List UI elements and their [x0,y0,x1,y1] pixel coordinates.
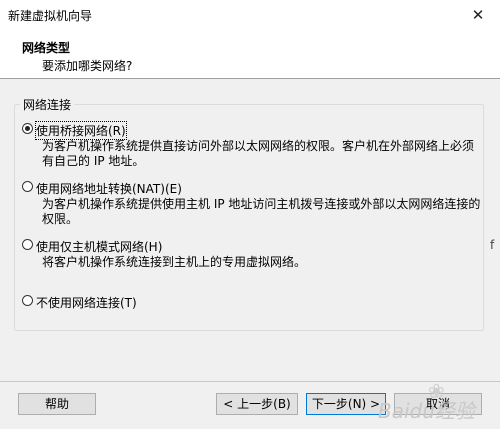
stray-glyph: f [490,238,495,252]
radio-bridged[interactable] [22,123,33,134]
radio-no-network[interactable] [22,295,33,306]
wizard-header: 网络类型 要添加哪类网络? [0,30,500,79]
option-no-network-label[interactable]: 不使用网络连接(T) [36,294,137,311]
baidu-watermark: ❀ Baidu经验 [378,379,500,429]
page-title: 网络类型 [22,41,71,55]
watermark-text: Baidu经验 [378,399,475,423]
window-title: 新建虚拟机向导 [8,9,93,23]
help-button[interactable]: 帮助 [18,393,96,415]
close-icon[interactable]: ✕ [456,0,500,30]
option-nat-label[interactable]: 使用网络地址转换(NAT)(E) [36,180,182,197]
option-bridged-description: 为客户机操作系统提供直接访问外部以太网网络的权限。客户机在外部网络上必须有自己的… [42,139,475,168]
radio-nat[interactable] [22,181,33,192]
back-button[interactable]: < 上一步(B) [216,393,298,415]
radio-host-only[interactable] [22,239,33,250]
option-nat-description: 为客户机操作系统提供使用主机 IP 地址访问主机拨号连接或外部以太网网络连接的权… [42,197,481,226]
group-label: 网络连接 [20,96,75,113]
option-host-only-description: 将客户机操作系统连接到主机上的专用虚拟网络。 [42,255,307,269]
title-bar: 新建虚拟机向导 ✕ [0,0,500,30]
option-host-only-label[interactable]: 使用仅主机模式网络(H) [36,238,162,255]
wizard-body: 网络连接 使用桥接网络(R) 为客户机操作系统提供直接访问外部以太网网络的权限。… [0,79,500,429]
next-button[interactable]: 下一步(N) > [306,393,386,415]
page-subtitle: 要添加哪类网络? [42,59,133,73]
option-bridged-label[interactable]: 使用桥接网络(R) [35,121,127,140]
